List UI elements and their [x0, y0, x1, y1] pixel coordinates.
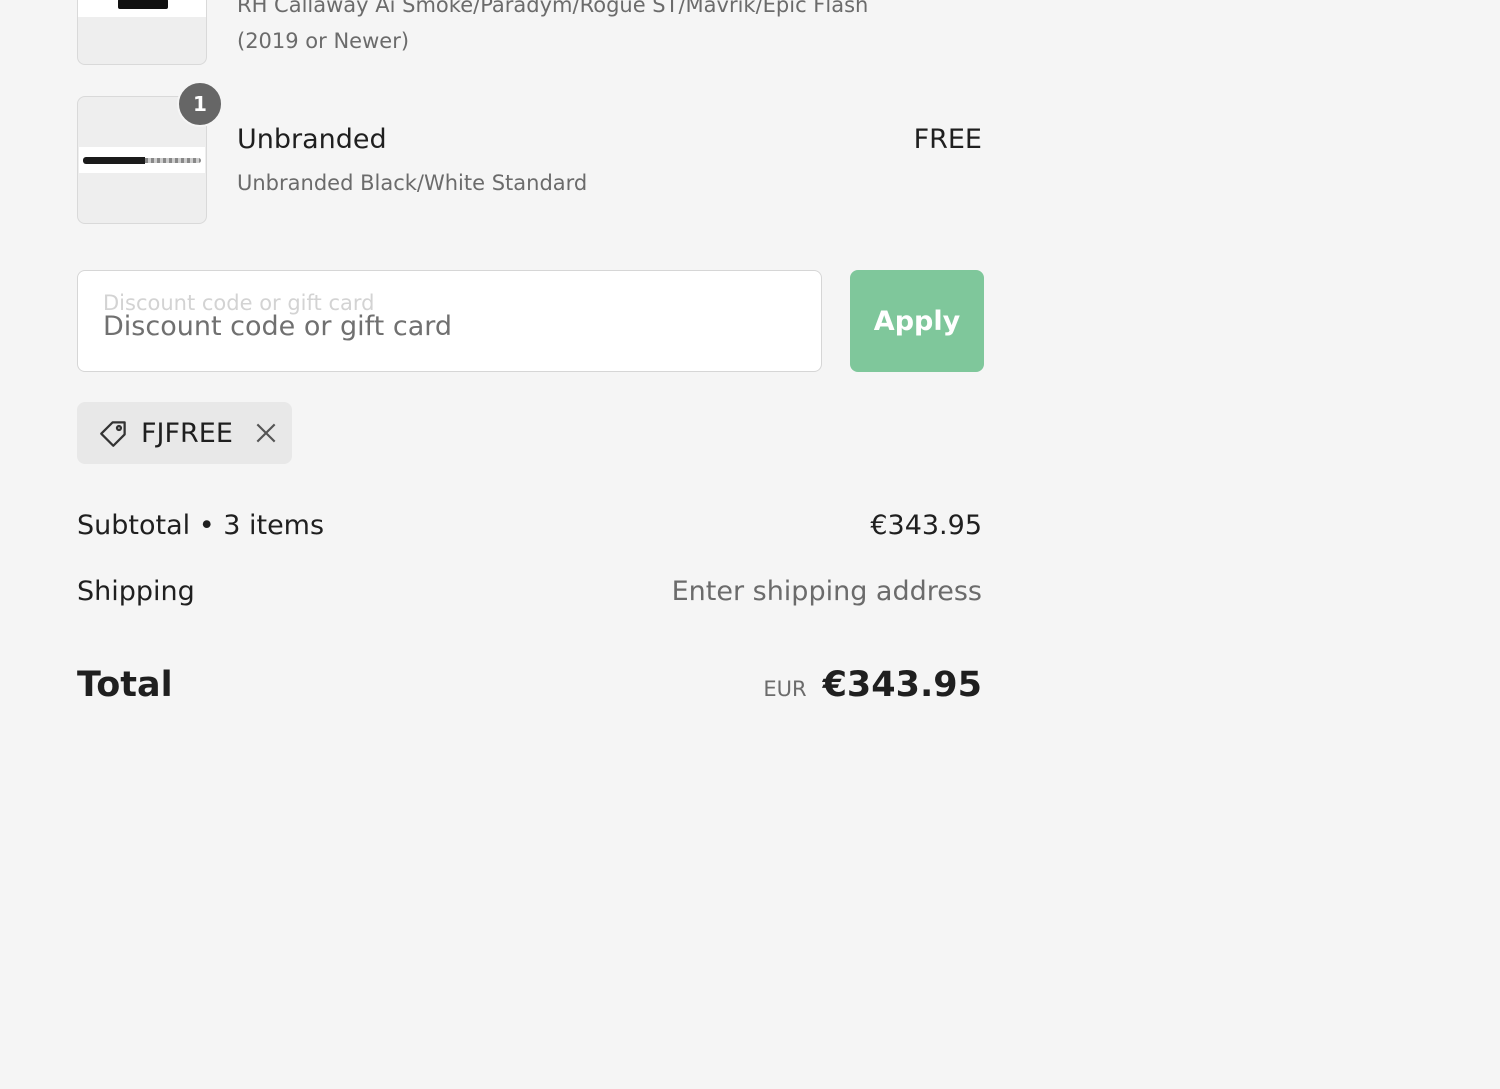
item-variant-line1: RH Callaway Ai Smoke/Paradym/Rogue ST/Ma…: [237, 0, 869, 17]
quantity-badge: 1: [177, 81, 223, 127]
applied-discount-tag: FJFREE: [77, 402, 292, 464]
item-title: Unbranded: [237, 124, 387, 155]
total-value: EUR €343.95: [763, 665, 982, 705]
shipping-label: Shipping: [77, 576, 195, 607]
total-amount: €343.95: [822, 665, 982, 705]
item-variant-line2: (2019 or Newer): [237, 29, 410, 53]
tag-icon: [97, 416, 131, 450]
apply-button[interactable]: Apply: [850, 270, 984, 372]
product-thumbnail: [77, 0, 207, 65]
item-price: FREE: [913, 124, 982, 155]
currency-code: EUR: [763, 677, 807, 701]
product-thumbnail: 1: [77, 81, 223, 224]
close-icon[interactable]: [253, 420, 279, 446]
total-label: Total: [77, 665, 173, 705]
item-variant: Unbranded Black/White Standard: [237, 171, 588, 195]
shipping-value: Enter shipping address: [671, 576, 982, 607]
subtotal-value: €343.95: [870, 510, 982, 541]
discount-code: FJFREE: [141, 417, 233, 449]
product-image: [79, 147, 205, 173]
product-image: [78, 0, 206, 17]
subtotal-label: Subtotal • 3 items: [77, 510, 325, 541]
discount-field[interactable]: Discount code or gift card: [77, 270, 822, 372]
discount-input[interactable]: [103, 311, 783, 342]
